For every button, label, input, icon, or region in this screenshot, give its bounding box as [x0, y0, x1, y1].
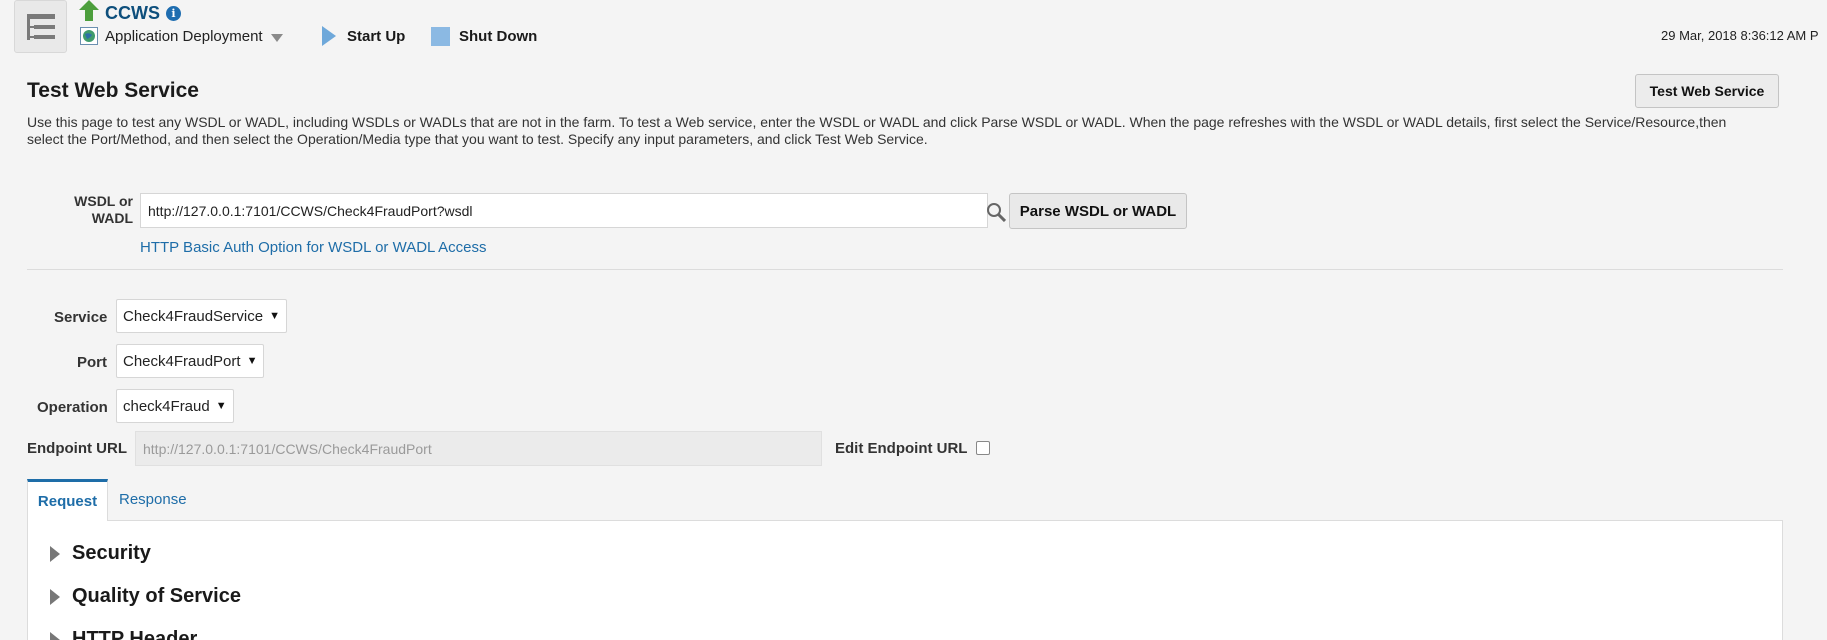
section-http-header-label: HTTP Header	[72, 628, 198, 640]
tab-response-label: Response	[119, 491, 187, 508]
section-security-label: Security	[72, 542, 151, 564]
section-quality-of-service[interactable]: Quality of Service	[50, 585, 241, 608]
info-icon[interactable]: i	[166, 6, 181, 21]
test-web-service-button[interactable]: Test Web Service	[1635, 74, 1779, 108]
shut-down-button[interactable]: Shut Down	[431, 25, 537, 47]
request-panel	[27, 520, 1783, 640]
dropdown-arrow-icon: ▼	[246, 355, 258, 367]
play-icon	[322, 26, 336, 46]
operation-select[interactable]: check4Fraud ▼	[116, 389, 234, 423]
wsdl-label: WSDL or WADL	[74, 193, 133, 226]
divider	[27, 269, 1783, 270]
tab-request[interactable]: Request	[27, 479, 108, 521]
parse-wsdl-button[interactable]: Parse WSDL or WADL	[1009, 193, 1187, 229]
section-security[interactable]: Security	[50, 542, 151, 565]
start-up-label: Start Up	[347, 27, 406, 45]
wsdl-input[interactable]	[140, 193, 988, 228]
operation-select-value: check4Fraud	[123, 397, 210, 415]
endpoint-url-label: Endpoint URL	[27, 440, 127, 457]
page-title: Test Web Service	[27, 79, 199, 102]
port-select-value: Check4FraudPort	[123, 352, 241, 370]
edit-endpoint-checkbox[interactable]	[976, 441, 990, 455]
chevron-down-icon	[270, 33, 283, 42]
navigator-icon	[26, 13, 55, 40]
dropdown-arrow-icon: ▼	[269, 310, 280, 322]
http-basic-auth-link[interactable]: HTTP Basic Auth Option for WSDL or WADL …	[140, 239, 487, 256]
page-refresh-timestamp: 29 Mar, 2018 8:36:12 AM P	[1661, 28, 1819, 43]
edit-endpoint-label: Edit Endpoint URL	[835, 440, 968, 457]
search-icon[interactable]	[986, 202, 1006, 222]
page-description: Use this page to test any WSDL or WADL, …	[27, 114, 1727, 147]
shut-down-label: Shut Down	[459, 27, 538, 45]
section-quality-of-service-label: Quality of Service	[72, 585, 241, 607]
expand-icon	[50, 588, 60, 605]
expand-icon	[50, 631, 60, 640]
navigator-button[interactable]	[14, 0, 67, 53]
port-select[interactable]: Check4FraudPort ▼	[116, 344, 265, 378]
tab-request-label: Request	[37, 493, 98, 510]
port-label: Port	[77, 354, 107, 371]
start-up-button[interactable]: Start Up	[322, 25, 405, 47]
app-name[interactable]: CCWS	[105, 3, 160, 24]
service-label: Service	[54, 309, 108, 326]
section-http-header[interactable]: HTTP Header	[50, 628, 197, 640]
endpoint-url-input	[135, 431, 822, 466]
operation-label: Operation	[37, 399, 108, 416]
expand-icon	[50, 545, 60, 562]
dropdown-arrow-icon: ▼	[215, 400, 227, 412]
target-menu-label: Application Deployment	[105, 27, 263, 45]
target-menu[interactable]: Application Deployment	[80, 25, 283, 47]
tab-response[interactable]: Response	[119, 491, 187, 508]
service-select[interactable]: Check4FraudService ▼	[116, 299, 287, 333]
status-up-icon	[79, 0, 99, 21]
stop-icon	[431, 26, 450, 46]
deployment-icon	[80, 27, 98, 45]
service-select-value: Check4FraudService	[123, 307, 264, 325]
